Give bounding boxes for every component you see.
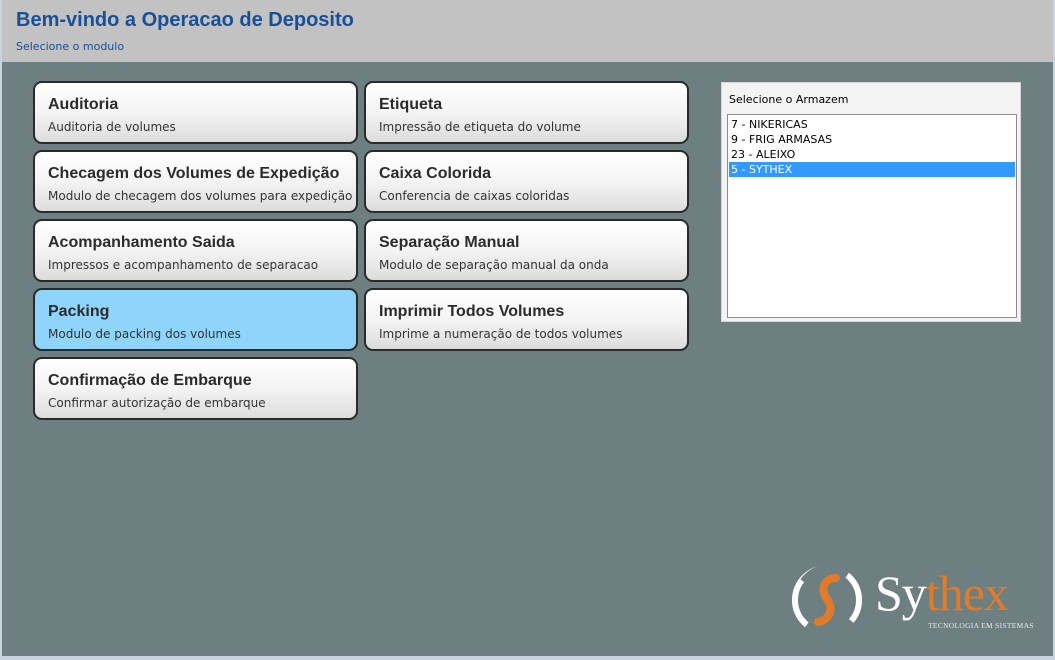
module-title: Separação Manual <box>379 234 520 251</box>
warehouse-label: Selecione o Armazem <box>729 93 849 106</box>
module-title: Auditoria <box>48 96 119 113</box>
module-title: Etiqueta <box>379 96 443 113</box>
module-description: Imprime a numeração de todos volumes <box>379 327 623 341</box>
warehouse-panel: Selecione o Armazem 7 - NIKERICAS 9 - FR… <box>721 82 1021 322</box>
module-description: Modulo de separação manual da onda <box>379 258 609 272</box>
module-description: Impressos e acompanhamento de separacao <box>48 258 319 272</box>
window-border-left <box>0 0 2 660</box>
warehouse-option[interactable]: 9 - FRIG ARMASAS <box>729 132 1015 147</box>
module-tile-separacao-manual[interactable]: Separação Manual Modulo de separação man… <box>364 219 689 282</box>
module-tile-checagem-volumes-expedicao[interactable]: Checagem dos Volumes de Expedição Modulo… <box>33 150 358 213</box>
module-description: Confirmar autorização de embarque <box>48 396 266 410</box>
module-description: Auditoria de volumes <box>48 120 176 134</box>
page-header: Bem-vindo a Operacao de Deposito Selecio… <box>2 0 1053 62</box>
logo-wordmark-main: Sy <box>875 565 927 621</box>
logo-wordmark: Sythex <box>875 565 1009 621</box>
module-description: Conferencia de caixas coloridas <box>379 189 570 203</box>
module-title: Caixa Colorida <box>379 165 492 182</box>
module-description: Impressão de etiqueta do volume <box>379 120 581 134</box>
warehouse-option-selected[interactable]: 5 - SYTHEX <box>729 162 1015 177</box>
warehouse-option[interactable]: 7 - NIKERICAS <box>729 117 1015 132</box>
warehouse-option[interactable]: 23 - ALEIXO <box>729 147 1015 162</box>
module-tile-etiqueta[interactable]: Etiqueta Impressão de etiqueta do volume <box>364 81 689 144</box>
module-title: Acompanhamento Saida <box>48 234 235 251</box>
logo-wordmark-accent: thex <box>925 565 1009 621</box>
window-border-bottom <box>0 656 1055 660</box>
module-tile-caixa-colorida[interactable]: Caixa Colorida Conferencia de caixas col… <box>364 150 689 213</box>
module-title: Packing <box>48 303 110 320</box>
module-tile-confirmacao-embarque[interactable]: Confirmação de Embarque Confirmar autori… <box>33 357 358 420</box>
module-tile-packing[interactable]: Packing Modulo de packing dos volumes <box>33 288 358 351</box>
logo-tagline: TECNOLOGIA EM SISTEMAS <box>928 621 1034 630</box>
module-tile-imprimir-todos-volumes[interactable]: Imprimir Todos Volumes Imprime a numeraç… <box>364 288 689 351</box>
module-tile-acompanhamento-saida[interactable]: Acompanhamento Saida Impressos e acompan… <box>33 219 358 282</box>
sythex-logo: Sythex TECNOLOGIA EM SISTEMAS <box>790 562 1040 637</box>
module-description: Modulo de packing dos volumes <box>48 327 241 341</box>
warehouse-listbox[interactable]: 7 - NIKERICAS 9 - FRIG ARMASAS 23 - ALEI… <box>727 114 1017 318</box>
sythex-swirl-icon <box>792 564 862 637</box>
page-subtitle: Selecione o modulo <box>16 40 125 53</box>
module-description: Modulo de checagem dos volumes para expe… <box>48 189 353 203</box>
module-title: Confirmação de Embarque <box>48 372 252 389</box>
module-tile-auditoria[interactable]: Auditoria Auditoria de volumes <box>33 81 358 144</box>
module-title: Imprimir Todos Volumes <box>379 303 565 320</box>
module-title: Checagem dos Volumes de Expedição <box>48 165 340 182</box>
page-title: Bem-vindo a Operacao de Deposito <box>16 9 354 31</box>
